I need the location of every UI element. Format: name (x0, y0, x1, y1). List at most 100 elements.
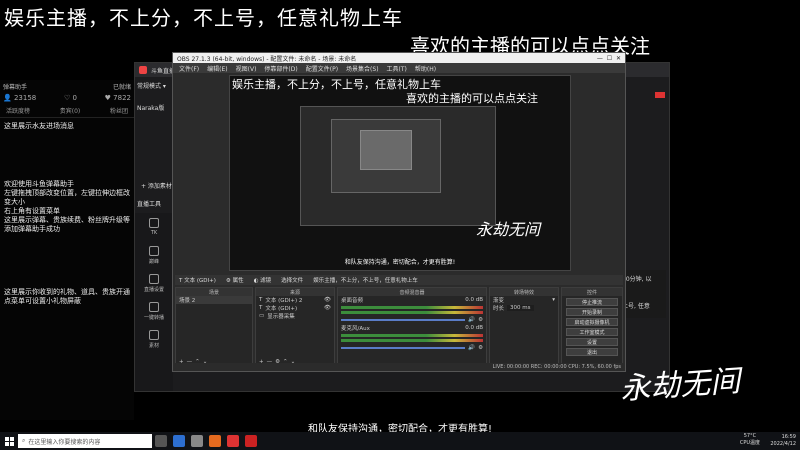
source-item[interactable]: T 文本 (GDI+) 2 👁 (256, 296, 334, 304)
duration-label: 时长 (493, 306, 505, 312)
app-logo-icon (139, 66, 147, 74)
danmu-tabs: 活跃度榜 贵宾(0) 粉丝团 (0, 104, 134, 118)
toolbar-text-value[interactable]: 娱乐主播，不上分，不上号，任意礼物上车 (313, 276, 418, 284)
mixer-channel-desktop: 桌面音频 0.0 dB (338, 296, 486, 304)
add-source-button[interactable]: + 添加素材 (141, 181, 172, 190)
windows-icon (4, 436, 14, 446)
duration-row: 时长 300 ms (490, 304, 558, 312)
douyu-icon[interactable] (209, 435, 221, 447)
toolbar-properties-button[interactable]: ⚙ 属性 (226, 276, 244, 284)
audio-mixer-dock: 音频混音器 桌面音频 0.0 dB 🔊 ⚙ 麦克风/Aux 0.0 dB 🔊 ⚙ (337, 287, 487, 369)
menu-tools[interactable]: 工具(T) (387, 64, 407, 73)
strip-live-settings[interactable]: 直播设置 (135, 269, 173, 297)
app-icon[interactable] (227, 435, 239, 447)
preview-game-logo: 永劫无间 (475, 220, 540, 239)
visibility-icon[interactable]: 👁 (324, 297, 331, 303)
windows-taskbar: ⌕ 在这里输入你要搜索的内容 57°C CPU温度 16:59 2022/4/1… (0, 432, 800, 450)
cpu-temp-label: CPU温度 (739, 440, 760, 446)
window-controls: — ☐ ✕ (597, 55, 621, 62)
strip-relay[interactable]: 一键转播 (135, 297, 173, 325)
close-icon[interactable]: ✕ (616, 55, 621, 62)
tk-icon (149, 218, 159, 228)
strip-peak[interactable]: 巅峰 (135, 241, 173, 269)
mode-select[interactable]: 常规模式 ▾ (137, 81, 166, 90)
toolbar-filters-button[interactable]: ◐ 滤镜 (254, 276, 272, 284)
channel-name: 桌面音频 (341, 298, 364, 304)
game-logo: 永劫无间 (619, 363, 742, 408)
volume-slider[interactable] (341, 347, 466, 349)
fans-count: ♥ 7822 (104, 94, 131, 102)
sources-title: 来源 (256, 288, 334, 296)
cpu-temp-widget[interactable]: 57°C CPU温度 (740, 433, 760, 446)
scene-item[interactable]: Naraka版 (137, 103, 164, 112)
danmu-assistant-panel: 弹幕助手 已就绪 👤 23158 ♡ 0 ♥ 7822 活跃度榜 贵宾(0) 粉… (0, 80, 134, 420)
maximize-icon[interactable]: ☐ (607, 55, 612, 62)
obs-icon[interactable] (191, 435, 203, 447)
obs-title-text: OBS 27.1.3 (64-bit, windows) - 配置文件: 未命名… (177, 55, 357, 63)
viewer-count: 👤 23158 (3, 94, 37, 102)
visibility-icon[interactable]: 👁 (324, 305, 331, 311)
start-recording-button[interactable]: 开始录制 (566, 308, 618, 316)
source-item[interactable]: T 文本 (GDI+) 👁 (256, 304, 334, 312)
minimize-icon[interactable]: — (597, 55, 603, 62)
channel-db: 0.0 dB (465, 297, 483, 303)
volume-slider-row[interactable]: 🔊 ⚙ (338, 344, 486, 352)
entry-message-area: 这里展示水友进场消息 (4, 122, 74, 130)
task-view-icon[interactable] (155, 435, 167, 447)
tab-vip[interactable]: 贵宾(0) (60, 106, 81, 115)
menu-profile[interactable]: 配置文件(P) (306, 64, 338, 73)
preview-caption: 和队友保持沟通，密切配合，才更有胜算! (344, 259, 456, 266)
menu-docks[interactable]: 停靠部件(D) (264, 64, 297, 73)
toolbar-select-file-button[interactable]: 选择文件 (281, 276, 303, 284)
relay-icon (149, 301, 159, 312)
menu-help[interactable]: 帮助(H) (415, 64, 436, 73)
transition-select[interactable]: 渐变 ▾ (490, 296, 558, 304)
virtual-camera-button[interactable]: 启动虚拟摄像机 (566, 318, 618, 326)
right-float-line2: 上号, 任意 (622, 303, 650, 310)
obs-status-bar: LIVE: 00:00:00 REC: 00:00:00 CPU: 7.5%, … (173, 363, 625, 371)
settings-icon (149, 273, 159, 284)
strip-assets[interactable]: 素材 (135, 325, 173, 353)
tab-activity[interactable]: 活跃度榜 (6, 106, 30, 115)
right-float-panel: 10分钟, 以 上号, 任意 (620, 270, 666, 318)
stop-streaming-button[interactable]: 停止推流 (566, 298, 618, 306)
start-button[interactable] (0, 432, 18, 450)
duration-input[interactable]: 300 ms (507, 305, 534, 311)
exit-button[interactable]: 退出 (566, 348, 618, 356)
settings-button[interactable]: 设置 (566, 338, 618, 346)
transitions-title: 转场特效 (490, 288, 558, 296)
tab-fans[interactable]: 粉丝团 (110, 106, 128, 115)
streaming-app-icon[interactable] (245, 435, 257, 447)
volume-meter (341, 306, 483, 309)
clock-time: 16:59 (781, 434, 796, 440)
source-item[interactable]: ▭ 显示器采集 (256, 312, 334, 320)
gear-icon[interactable]: ⚙ (478, 345, 483, 351)
volume-slider-row[interactable]: 🔊 ⚙ (338, 316, 486, 324)
menu-file[interactable]: 文件(F) (179, 64, 199, 73)
speaker-icon[interactable]: 🔊 (468, 345, 475, 351)
taskbar-clock[interactable]: 16:59 2022/4/12 (770, 434, 796, 448)
volume-meter (341, 334, 483, 337)
speaker-icon[interactable]: 🔊 (468, 317, 475, 323)
menu-scene-collection[interactable]: 场景集合(S) (346, 64, 379, 73)
preview-recursive-2 (331, 119, 441, 193)
peak-icon (149, 245, 159, 256)
text-source-icon: T (259, 297, 263, 303)
menu-view[interactable]: 视图(V) (236, 64, 257, 73)
menu-edit[interactable]: 编辑(E) (207, 64, 227, 73)
studio-mode-button[interactable]: 工作室模式 (566, 328, 618, 336)
taskbar-search-input[interactable]: ⌕ 在这里输入你要搜索的内容 (18, 434, 152, 448)
gear-icon[interactable]: ⚙ (478, 317, 483, 323)
obs-titlebar: OBS 27.1.3 (64-bit, windows) - 配置文件: 未命名… (173, 53, 625, 63)
assets-icon (149, 329, 159, 340)
transitions-dock: 转场特效 渐变 ▾ 时长 300 ms (489, 287, 559, 369)
channel-name: 麦克风/Aux (341, 326, 370, 332)
toolbar-source-name: T 文本 (GDI+) (179, 278, 216, 284)
strip-tk[interactable]: TK (135, 213, 173, 241)
obs-preview[interactable]: 娱乐主播，不上分，不上号，任意礼物上车 喜欢的主播的可以点点关注 永劫无间 和队… (229, 75, 571, 271)
scenes-dock: 场景 场景 2 + — ⌃ ⌄ (175, 287, 253, 369)
channel-db: 0.0 dB (465, 325, 483, 331)
edge-icon[interactable] (173, 435, 185, 447)
scene-list-item[interactable]: 场景 2 (176, 296, 252, 304)
volume-slider[interactable] (341, 319, 466, 321)
